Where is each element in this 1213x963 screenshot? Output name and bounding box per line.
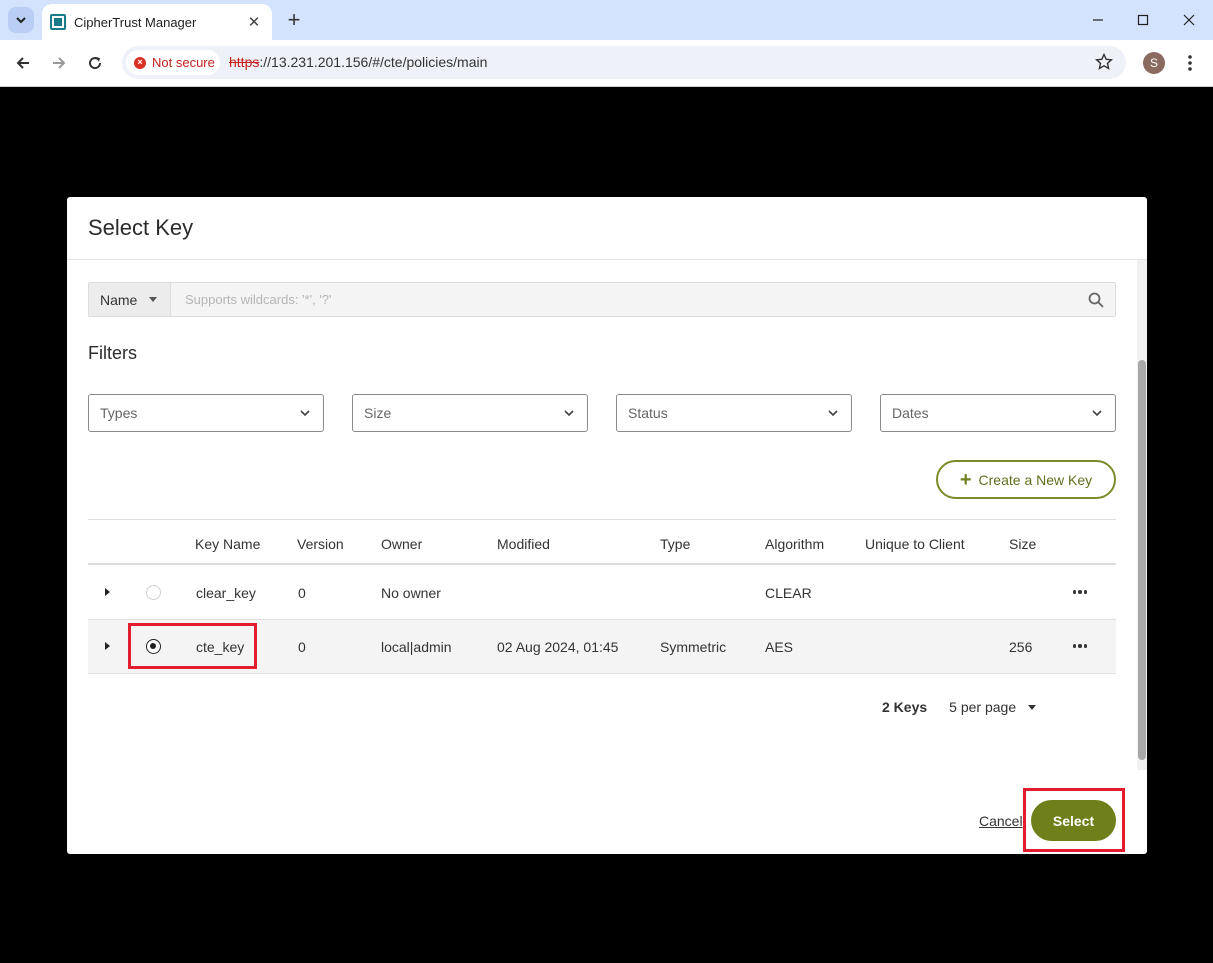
col-key-name[interactable]: Key Name <box>195 536 260 552</box>
search-input[interactable] <box>172 283 1072 316</box>
back-arrow-icon[interactable] <box>10 50 36 76</box>
cell-owner: No owner <box>381 585 441 601</box>
row-more-icon[interactable] <box>1072 638 1088 654</box>
table-header: Key Name Version Owner Modified Type Alg… <box>88 519 1116 565</box>
cell-owner: local|admin <box>381 639 452 655</box>
url-scheme: https <box>229 54 260 70</box>
filter-types-label: Types <box>100 405 138 421</box>
caret-down-icon <box>149 297 158 302</box>
cell-key-name: clear_key <box>196 585 256 601</box>
cell-algorithm: CLEAR <box>765 585 812 601</box>
filter-status-label: Status <box>628 405 668 421</box>
selection-highlight <box>128 623 257 669</box>
dialog-title: Select Key <box>88 215 194 240</box>
row-more-icon[interactable] <box>1072 584 1088 600</box>
maximize-icon[interactable] <box>1129 6 1157 34</box>
cell-version: 0 <box>298 639 306 655</box>
tab-title: CipherTrust Manager <box>74 14 197 30</box>
browser-toolbar: × Not secure https://13.231.201.156/#/ct… <box>0 40 1213 87</box>
scrollbar-thumb[interactable] <box>1138 360 1146 760</box>
profile-avatar[interactable]: S <box>1143 52 1165 74</box>
dialog-header: Select Key <box>67 197 1147 260</box>
search-bar: Name <box>88 282 1116 317</box>
address-bar[interactable]: × Not secure https://13.231.201.156/#/ct… <box>122 46 1126 79</box>
browser-tab-bar: CipherTrust Manager ✕ + <box>0 0 1213 40</box>
caret-down-icon[interactable] <box>1028 704 1037 710</box>
security-chip[interactable]: × Not secure <box>126 50 220 75</box>
filter-dates-label: Dates <box>892 405 929 421</box>
browser-menu-icon[interactable] <box>1180 52 1200 74</box>
chevron-down-icon <box>300 410 310 417</box>
url-text[interactable]: https://13.231.201.156/#/cte/policies/ma… <box>229 54 487 70</box>
forward-arrow-icon[interactable] <box>46 50 72 76</box>
url-path: ://13.231.201.156/#/cte/policies/main <box>259 54 488 70</box>
filter-dates[interactable]: Dates <box>880 394 1116 432</box>
chevron-down-icon <box>16 17 26 24</box>
expand-row-icon[interactable] <box>105 642 110 650</box>
row-radio[interactable] <box>146 585 161 600</box>
cell-type: Symmetric <box>660 639 727 655</box>
search-icon[interactable] <box>1087 291 1105 309</box>
search-field-label: Name <box>100 291 138 308</box>
select-key-dialog: Select Key Name Filters Types Size Statu… <box>67 197 1147 854</box>
per-page-select[interactable]: 5 per page <box>949 699 1016 715</box>
cell-size: 256 <box>1009 639 1033 655</box>
select-highlight <box>1023 788 1125 852</box>
cell-algorithm: AES <box>765 639 794 655</box>
cancel-button[interactable]: Cancel <box>979 813 1023 829</box>
window-close-icon[interactable] <box>1175 6 1203 34</box>
filter-size[interactable]: Size <box>352 394 588 432</box>
filter-types[interactable]: Types <box>88 394 324 432</box>
expand-row-icon[interactable] <box>105 588 110 596</box>
dialog-scrollbar[interactable] <box>1137 260 1147 770</box>
pagination: 2 Keys 5 per page <box>882 699 1037 715</box>
col-modified[interactable]: Modified <box>497 536 550 552</box>
chevron-down-icon <box>828 410 838 417</box>
col-unique-to-client[interactable]: Unique to Client <box>865 536 965 552</box>
warning-icon: × <box>134 56 146 69</box>
filters-heading: Filters <box>88 343 137 363</box>
chevron-down-icon <box>564 410 574 417</box>
cell-modified: 02 Aug 2024, 01:45 <box>497 639 619 655</box>
key-count: 2 Keys <box>882 699 928 715</box>
plus-icon: + <box>959 468 972 491</box>
minimize-icon[interactable] <box>1084 6 1112 34</box>
cell-version: 0 <box>298 585 306 601</box>
chevron-down-icon <box>1092 410 1102 417</box>
col-algorithm[interactable]: Algorithm <box>765 536 824 552</box>
filter-size-label: Size <box>364 405 392 421</box>
bookmark-star-icon[interactable] <box>1094 52 1114 72</box>
col-size[interactable]: Size <box>1009 536 1036 552</box>
tab-close-icon[interactable]: ✕ <box>244 12 264 32</box>
tab-search-button[interactable] <box>8 7 34 33</box>
create-new-key-button[interactable]: + Create a New Key <box>936 460 1116 499</box>
table-row[interactable]: clear_key 0 No owner CLEAR <box>88 566 1116 620</box>
create-new-key-label: Create a New Key <box>978 471 1093 488</box>
browser-tab[interactable]: CipherTrust Manager ✕ <box>42 4 272 40</box>
search-field-select[interactable]: Name <box>89 283 171 316</box>
col-type[interactable]: Type <box>660 536 690 552</box>
new-tab-plus-icon[interactable]: + <box>282 7 306 32</box>
reload-icon[interactable] <box>82 50 108 76</box>
filter-status[interactable]: Status <box>616 394 852 432</box>
col-owner[interactable]: Owner <box>381 536 422 552</box>
col-version[interactable]: Version <box>297 536 344 552</box>
ciphertrust-favicon-icon <box>50 14 66 30</box>
security-label: Not secure <box>152 55 215 70</box>
